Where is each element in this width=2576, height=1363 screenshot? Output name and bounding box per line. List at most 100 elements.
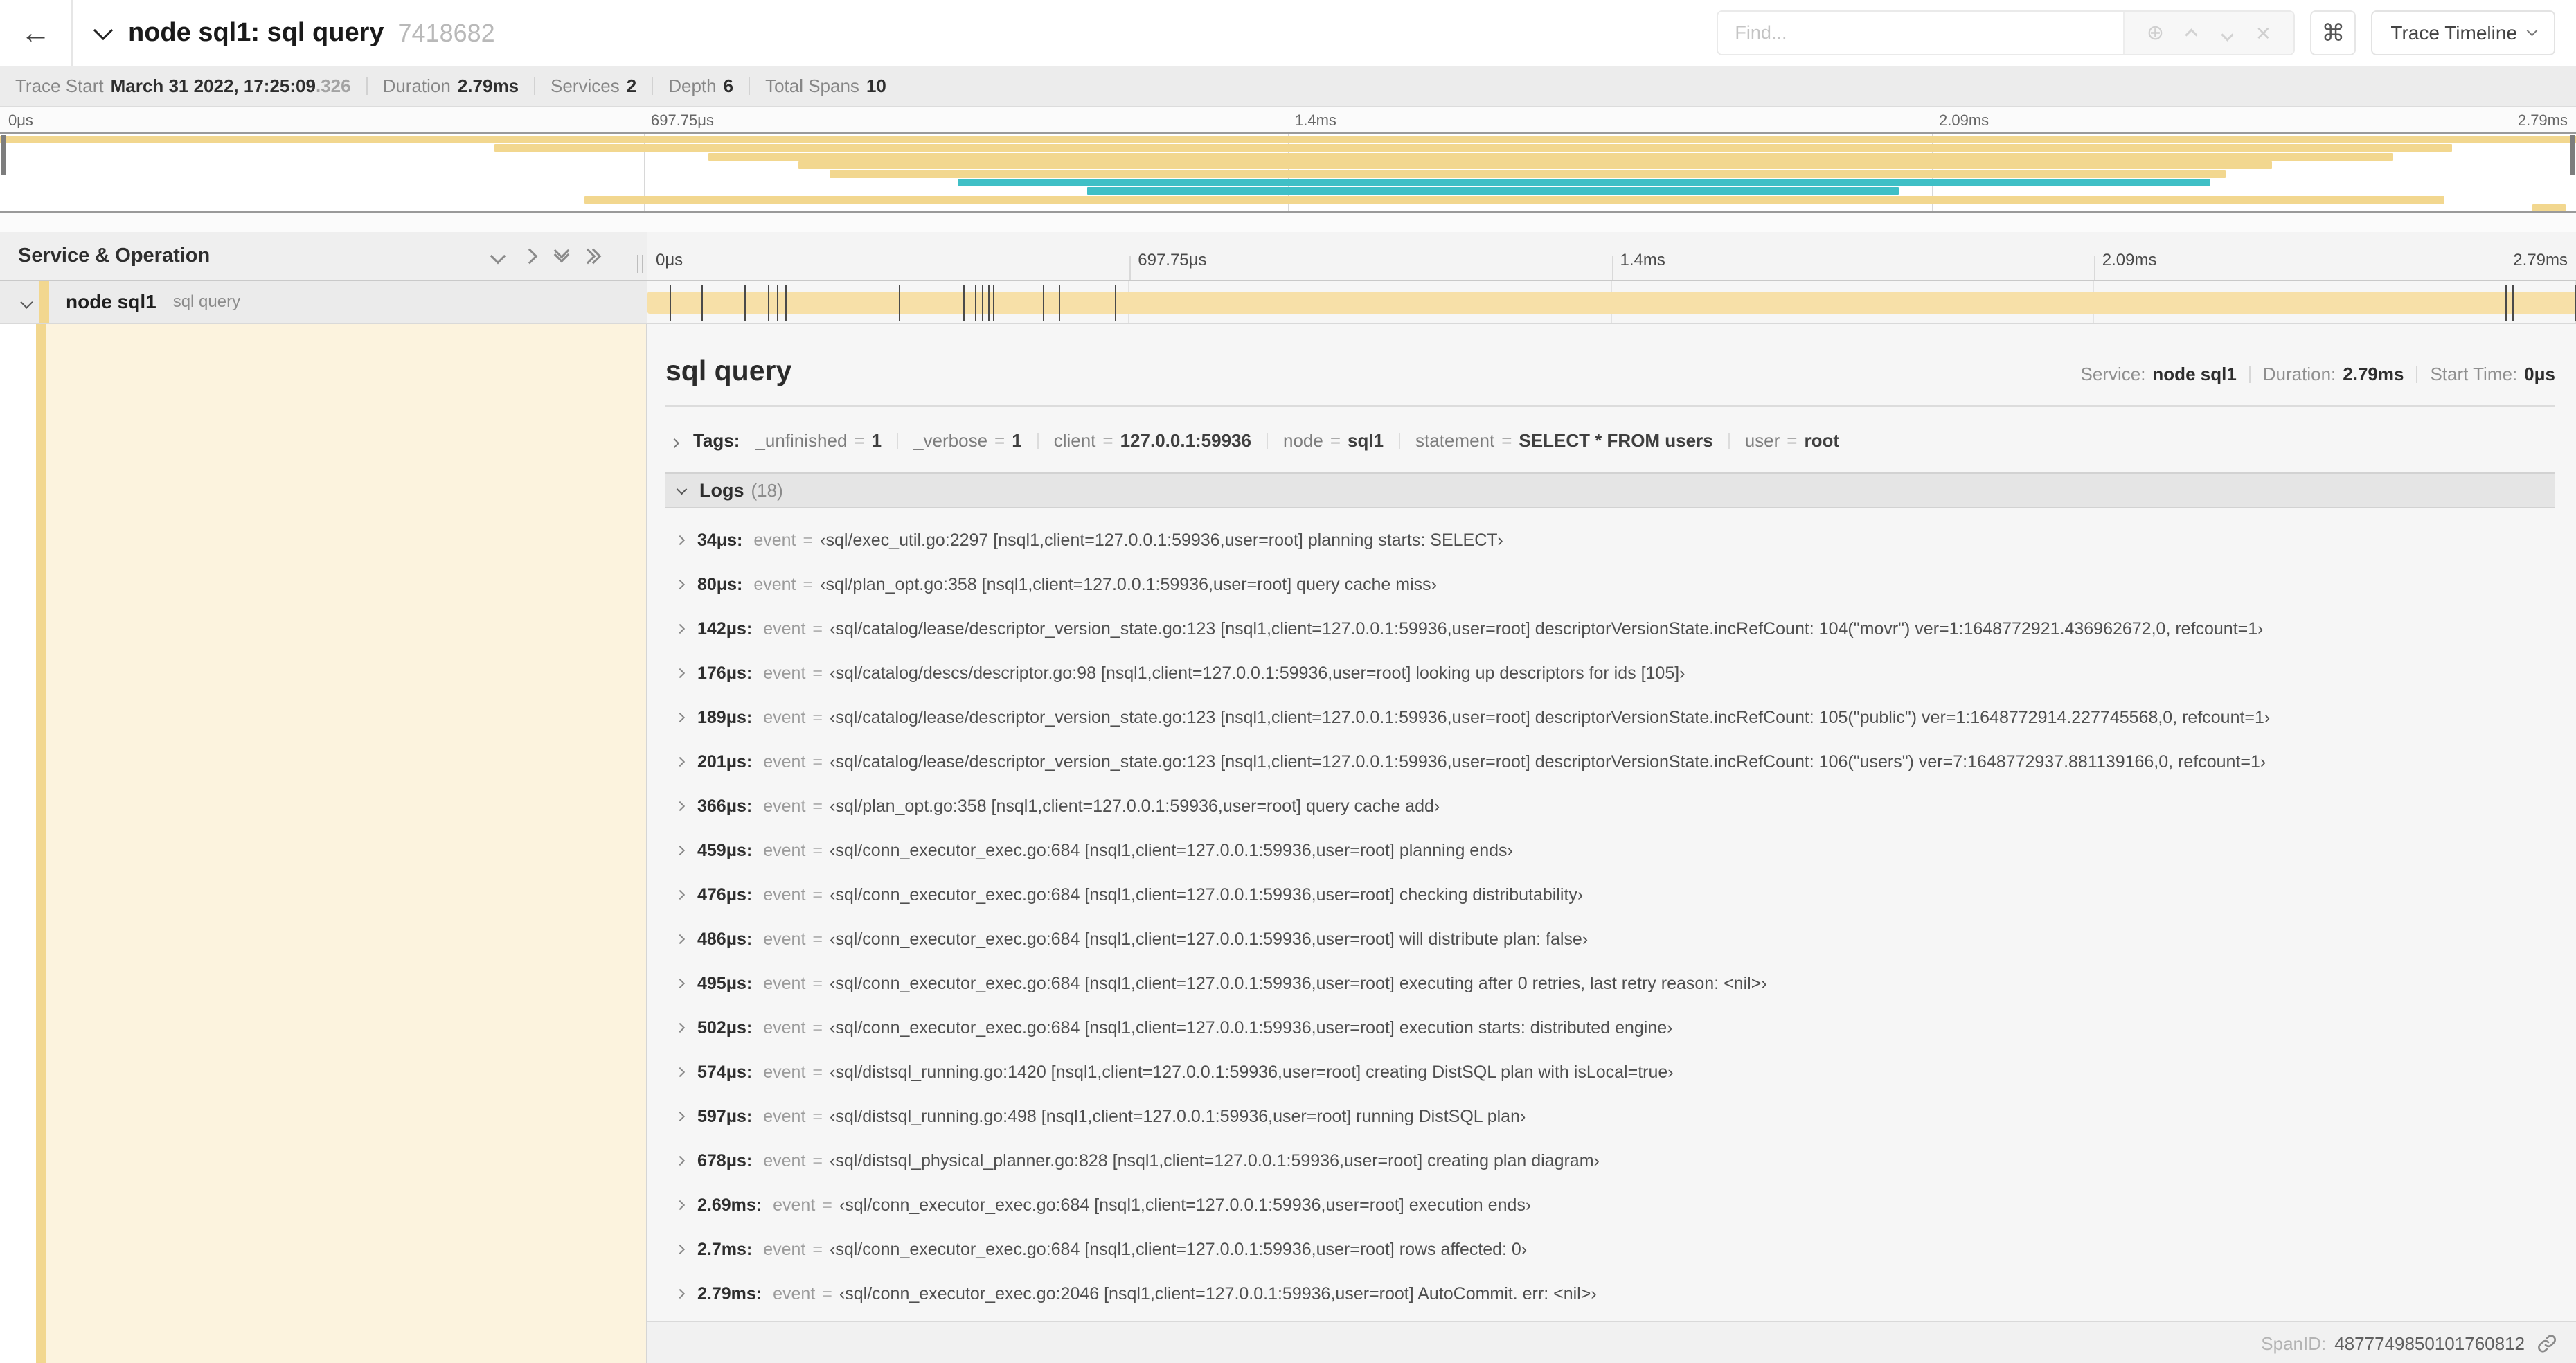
- log-marker-tick[interactable]: [2512, 285, 2514, 321]
- log-entry-row[interactable]: 2.79ms: event = ‹sql/conn_executor_exec.go:…: [665, 1272, 2555, 1316]
- log-entry-row[interactable]: 201μs: event = ‹sql/catalog/lease/descripto…: [665, 740, 2555, 784]
- meta-value: node sql1: [2152, 364, 2237, 384]
- log-marker-tick[interactable]: [993, 285, 995, 321]
- log-equals: =: [812, 1017, 823, 1037]
- info-divider: [749, 77, 751, 95]
- log-entry-row[interactable]: 476μs: event = ‹sql/conn_executor_exec.go:6…: [665, 873, 2555, 917]
- span-row-name-column[interactable]: node sql1 sql query: [0, 281, 647, 323]
- minimap-time-label: 1.4ms: [1295, 112, 1336, 129]
- minimap-span-bar: [829, 170, 2226, 178]
- log-marker-tick[interactable]: [1042, 285, 1044, 321]
- log-entry-row[interactable]: 80μs: event = ‹sql/plan_opt.go:358 [nsql1,c…: [665, 562, 2555, 607]
- expand-one-icon[interactable]: [521, 248, 538, 264]
- log-marker-tick[interactable]: [744, 285, 746, 321]
- log-entry-row[interactable]: 597μs: event = ‹sql/distsql_running.go:498 …: [665, 1094, 2555, 1139]
- timeline-minimap: 0μs 697.75μs 1.4ms 2.09ms 2.79ms: [0, 107, 2576, 213]
- log-marker-tick[interactable]: [963, 285, 965, 321]
- trace-view-select[interactable]: Trace Timeline: [2371, 10, 2555, 55]
- log-value: ‹sql/catalog/descs/descriptor.go:98 [nsq…: [830, 663, 1685, 683]
- tag-value: 1: [871, 430, 882, 451]
- log-timestamp: 678μs:: [697, 1150, 753, 1170]
- log-marker-tick[interactable]: [767, 285, 769, 321]
- column-resize-grip[interactable]: [634, 255, 643, 273]
- log-equals: =: [803, 574, 814, 594]
- trace-title-group[interactable]: node sql1: sql query 7418682: [93, 18, 495, 48]
- log-entry-row[interactable]: 574μs: event = ‹sql/distsql_running.go:1420…: [665, 1050, 2555, 1094]
- collapse-deep-icon[interactable]: [553, 242, 570, 262]
- log-value: ‹sql/exec_util.go:2297 [nsql1,client=127…: [820, 530, 1503, 550]
- deep-link-icon[interactable]: [2536, 1333, 2558, 1355]
- log-entry-row[interactable]: 502μs: event = ‹sql/conn_executor_exec.go:6…: [665, 1006, 2555, 1050]
- prev-match-icon[interactable]: [2173, 21, 2209, 45]
- back-button[interactable]: ←: [0, 0, 73, 66]
- log-timestamp: 476μs:: [697, 884, 753, 905]
- log-timestamp: 574μs:: [697, 1062, 753, 1082]
- minimap-span-bar: [494, 144, 2453, 152]
- log-value: ‹sql/plan_opt.go:358 [nsql1,client=127.0…: [830, 796, 1440, 816]
- log-entry-row[interactable]: 2.7ms: event = ‹sql/conn_executor_exec.go:6…: [665, 1227, 2555, 1272]
- meta-divider: [2416, 366, 2418, 383]
- log-field-name: event: [773, 1283, 816, 1303]
- clear-find-icon[interactable]: ×: [2245, 19, 2281, 48]
- tags-row[interactable]: Tags: _unfinished = 1 _verbose = 1 client = 127.…: [665, 430, 2555, 452]
- trace-info-item: Depth 6: [668, 75, 733, 97]
- collapse-all-icon[interactable]: [490, 248, 506, 264]
- log-marker-tick[interactable]: [776, 285, 778, 321]
- tag-value: 1: [1012, 430, 1022, 451]
- command-icon: ⌘: [2321, 19, 2345, 46]
- minimap-span-bar: [708, 152, 2393, 161]
- keyboard-shortcuts-button[interactable]: ⌘: [2310, 10, 2356, 55]
- log-marker-tick[interactable]: [2505, 285, 2507, 321]
- log-marker-tick[interactable]: [975, 285, 977, 321]
- log-entry-row[interactable]: 495μs: event = ‹sql/conn_executor_exec.go:6…: [665, 961, 2555, 1006]
- log-field-name: event: [753, 574, 796, 594]
- minimap-canvas[interactable]: [0, 132, 2576, 213]
- log-entry-row[interactable]: 189μs: event = ‹sql/catalog/lease/descripto…: [665, 695, 2555, 740]
- ruler-gridline: [2093, 256, 2095, 280]
- log-equals: =: [812, 751, 823, 772]
- log-timestamp: 2.7ms:: [697, 1239, 753, 1259]
- locate-icon[interactable]: ⊕: [2137, 21, 2173, 45]
- page-header: ← node sql1: sql query 7418682 ⊕ × ⌘ Tra…: [0, 0, 2576, 66]
- log-entry-row[interactable]: 176μs: event = ‹sql/catalog/descs/descripto…: [665, 651, 2555, 695]
- log-marker-tick[interactable]: [899, 285, 901, 321]
- tag-item: _verbose = 1: [913, 430, 1022, 452]
- span-service-name: node sql1: [66, 291, 156, 312]
- tag-value: SELECT * FROM users: [1519, 430, 1713, 451]
- log-entry-row[interactable]: 486μs: event = ‹sql/conn_executor_exec.go:6…: [665, 917, 2555, 961]
- log-value: ‹sql/conn_executor_exec.go:684 [nsql1,cl…: [830, 929, 1589, 949]
- expand-all-icon[interactable]: [580, 248, 602, 264]
- span-row[interactable]: node sql1 sql query: [0, 281, 2576, 324]
- find-input[interactable]: [1718, 12, 2124, 54]
- log-field-name: event: [763, 973, 806, 993]
- log-equals: =: [812, 1150, 823, 1170]
- log-marker-tick[interactable]: [982, 285, 984, 321]
- minimap-left-handle[interactable]: [1, 135, 6, 175]
- log-entry-row[interactable]: 34μs: event = ‹sql/exec_util.go:2297 [nsql1…: [665, 518, 2555, 562]
- span-duration-bar[interactable]: [647, 292, 2576, 314]
- tree-left-margin: [0, 324, 36, 1363]
- log-field-name: event: [763, 884, 806, 905]
- info-divider: [534, 77, 536, 95]
- log-marker-tick[interactable]: [701, 285, 703, 321]
- chevron-down-icon[interactable]: [20, 295, 33, 309]
- span-row-timeline[interactable]: [647, 281, 2576, 323]
- log-entry-row[interactable]: 2.69ms: event = ‹sql/conn_executor_exec.go:…: [665, 1183, 2555, 1227]
- span-detail-footer: SpanID: 4877749850101760812: [647, 1321, 2576, 1363]
- log-entry-row[interactable]: 459μs: event = ‹sql/conn_executor_exec.go:6…: [665, 828, 2555, 873]
- log-entry-row[interactable]: 142μs: event = ‹sql/catalog/lease/descripto…: [665, 607, 2555, 651]
- next-match-icon[interactable]: [2209, 21, 2245, 45]
- info-value-suffix: .326: [315, 75, 351, 96]
- span-id-label: SpanID:: [2261, 1333, 2327, 1354]
- log-marker-tick[interactable]: [1058, 285, 1060, 321]
- minimap-right-handle[interactable]: [2570, 135, 2575, 175]
- log-value: ‹sql/conn_executor_exec.go:684 [nsql1,cl…: [839, 1195, 1532, 1215]
- logs-section-header[interactable]: Logs (18): [665, 472, 2555, 508]
- log-entry-row[interactable]: 678μs: event = ‹sql/distsql_physical_planne…: [665, 1139, 2555, 1183]
- log-marker-tick[interactable]: [785, 285, 787, 321]
- log-marker-tick[interactable]: [988, 285, 990, 321]
- log-entry-row[interactable]: 366μs: event = ‹sql/plan_opt.go:358 [nsql1,…: [665, 784, 2555, 828]
- log-marker-tick[interactable]: [1114, 285, 1116, 321]
- log-marker-tick[interactable]: [669, 285, 671, 321]
- header-controls: ⊕ × ⌘ Trace Timeline: [1717, 10, 2555, 55]
